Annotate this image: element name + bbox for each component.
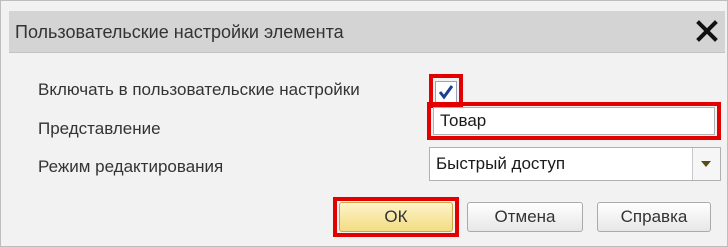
edit-mode-value: Быстрый доступ xyxy=(436,154,566,173)
edit-mode-dropdown-button[interactable] xyxy=(692,148,720,180)
settings-dialog: Пользовательские настройки элемента Вклю… xyxy=(0,0,728,247)
ok-button[interactable]: ОК xyxy=(339,202,453,232)
checkmark-icon xyxy=(438,85,454,100)
close-icon xyxy=(696,20,718,42)
edit-mode-select[interactable]: Быстрый доступ xyxy=(429,147,721,181)
include-in-settings-checkbox[interactable] xyxy=(435,81,457,103)
help-button[interactable]: Справка xyxy=(597,202,711,232)
include-in-settings-label: Включать в пользовательские настройки xyxy=(38,80,360,99)
close-button[interactable] xyxy=(693,17,721,45)
dialog-titlebar: Пользовательские настройки элемента xyxy=(9,11,725,53)
presentation-input[interactable] xyxy=(433,107,715,135)
chevron-down-icon xyxy=(701,161,711,167)
cancel-button[interactable]: Отмена xyxy=(467,202,583,232)
dialog-title: Пользовательские настройки элемента xyxy=(15,22,344,42)
presentation-label: Представление xyxy=(38,119,161,138)
edit-mode-label: Режим редактирования xyxy=(38,157,224,176)
